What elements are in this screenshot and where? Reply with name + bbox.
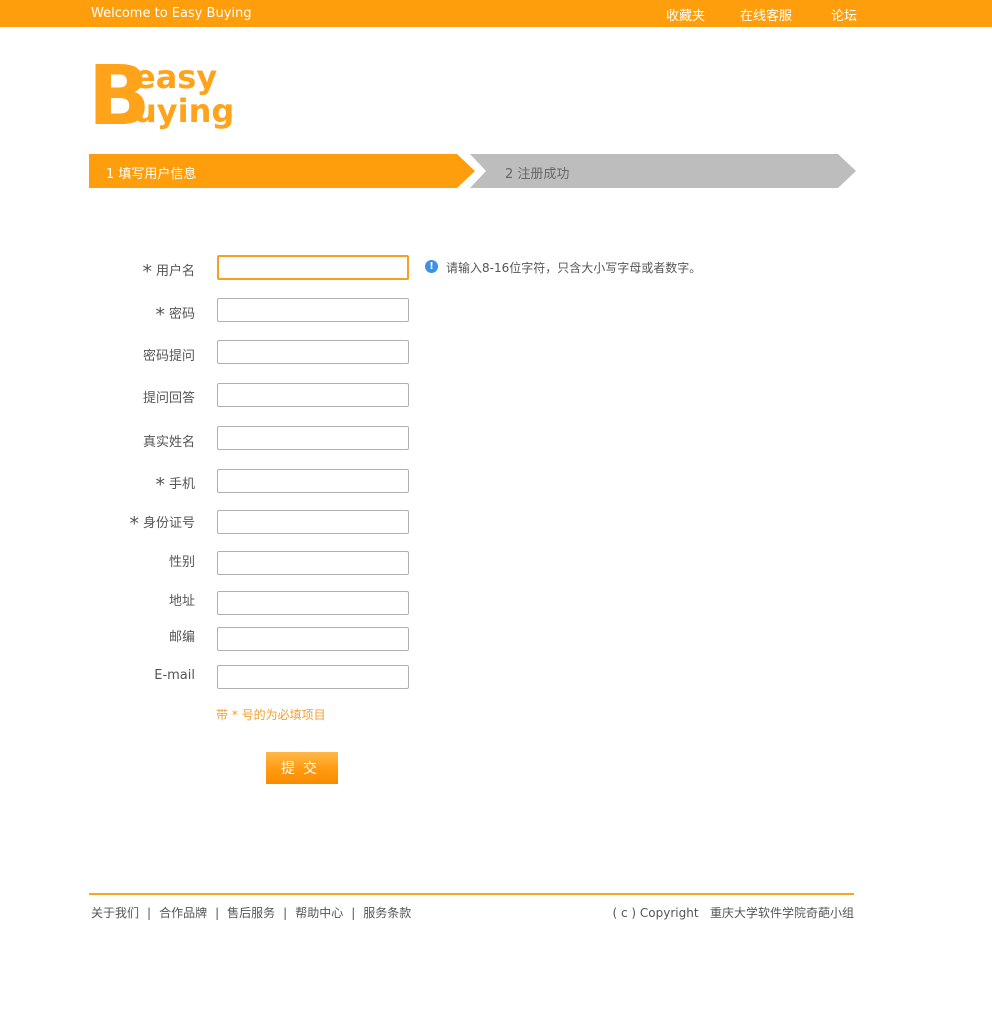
mobile-input[interactable] bbox=[217, 469, 409, 493]
step-2-label: 2 注册成功 bbox=[505, 167, 570, 182]
required-mark: * bbox=[155, 474, 165, 496]
security-question-input[interactable] bbox=[217, 340, 409, 364]
footer-divider bbox=[89, 893, 854, 895]
footer-separator: | bbox=[283, 906, 288, 920]
mobile-label: * 手机 bbox=[155, 474, 195, 496]
favorites-link[interactable]: 收藏夹 bbox=[666, 5, 705, 24]
security-question-label: 密码提问 bbox=[142, 349, 195, 364]
footer-separator: | bbox=[147, 906, 152, 920]
security-answer-input[interactable] bbox=[217, 383, 409, 407]
top-bar: Welcome to Easy Buying 收藏夹 在线客服 论坛 bbox=[0, 0, 992, 27]
postcode-label: 邮编 bbox=[168, 630, 195, 645]
footer-link-about[interactable]: 关于我们 bbox=[91, 906, 139, 920]
online-service-link[interactable]: 在线客服 bbox=[740, 5, 792, 24]
copyright-text: ( c ) Copyright bbox=[612, 906, 699, 920]
welcome-text: Welcome to Easy Buying bbox=[91, 6, 252, 21]
postcode-input[interactable] bbox=[217, 627, 409, 651]
step-fill-info: 1 填写用户信息 bbox=[89, 154, 475, 188]
submit-button[interactable]: 提交 bbox=[266, 752, 338, 784]
password-label: * 密码 bbox=[155, 304, 195, 326]
address-input[interactable] bbox=[217, 591, 409, 615]
security-answer-label: 提问回答 bbox=[142, 391, 195, 406]
username-hint-text: 请输入8-16位字符，只含大小写字母或者数字。 bbox=[446, 261, 702, 275]
logo-word-easy: easy bbox=[134, 58, 217, 96]
email-input[interactable] bbox=[217, 665, 409, 689]
footer-link-terms[interactable]: 服务条款 bbox=[363, 906, 411, 920]
copyright-org: 重庆大学软件学院奇葩小组 bbox=[709, 906, 854, 920]
info-icon: ! bbox=[425, 260, 438, 273]
step-1-label: 1 填写用户信息 bbox=[106, 167, 197, 182]
footer-link-partners[interactable]: 合作品牌 bbox=[159, 906, 207, 920]
footer-separator: | bbox=[215, 906, 220, 920]
required-mark: * bbox=[155, 304, 165, 326]
username-input[interactable] bbox=[217, 255, 409, 280]
footer-link-after-sales[interactable]: 售后服务 bbox=[227, 906, 275, 920]
footer-link-help[interactable]: 帮助中心 bbox=[295, 906, 343, 920]
password-input[interactable] bbox=[217, 298, 409, 322]
forum-link[interactable]: 论坛 bbox=[831, 5, 857, 24]
required-mark: * bbox=[129, 513, 139, 535]
required-mark: * bbox=[142, 261, 152, 283]
logo-word-uying: uying bbox=[134, 92, 234, 130]
gender-input[interactable] bbox=[217, 551, 409, 575]
email-label: E-mail bbox=[154, 668, 195, 683]
footer-links: 关于我们 | 合作品牌 | 售后服务 | 帮助中心 | 服务条款 bbox=[91, 904, 411, 921]
required-fields-note: 带 * 号的为必填项目 bbox=[216, 708, 326, 722]
copyright: ( c ) Copyright 重庆大学软件学院奇葩小组 bbox=[612, 904, 854, 921]
id-number-label: * 身份证号 bbox=[129, 513, 195, 535]
username-label: * 用户名 bbox=[142, 261, 195, 283]
footer-separator: | bbox=[351, 906, 356, 920]
real-name-input[interactable] bbox=[217, 426, 409, 450]
real-name-label: 真实姓名 bbox=[142, 435, 195, 450]
address-label: 地址 bbox=[168, 594, 195, 609]
id-number-input[interactable] bbox=[217, 510, 409, 534]
easy-buying-logo: B easy uying bbox=[88, 50, 234, 134]
gender-label: 性别 bbox=[168, 555, 195, 570]
step-register-success: 2 注册成功 bbox=[470, 154, 856, 188]
